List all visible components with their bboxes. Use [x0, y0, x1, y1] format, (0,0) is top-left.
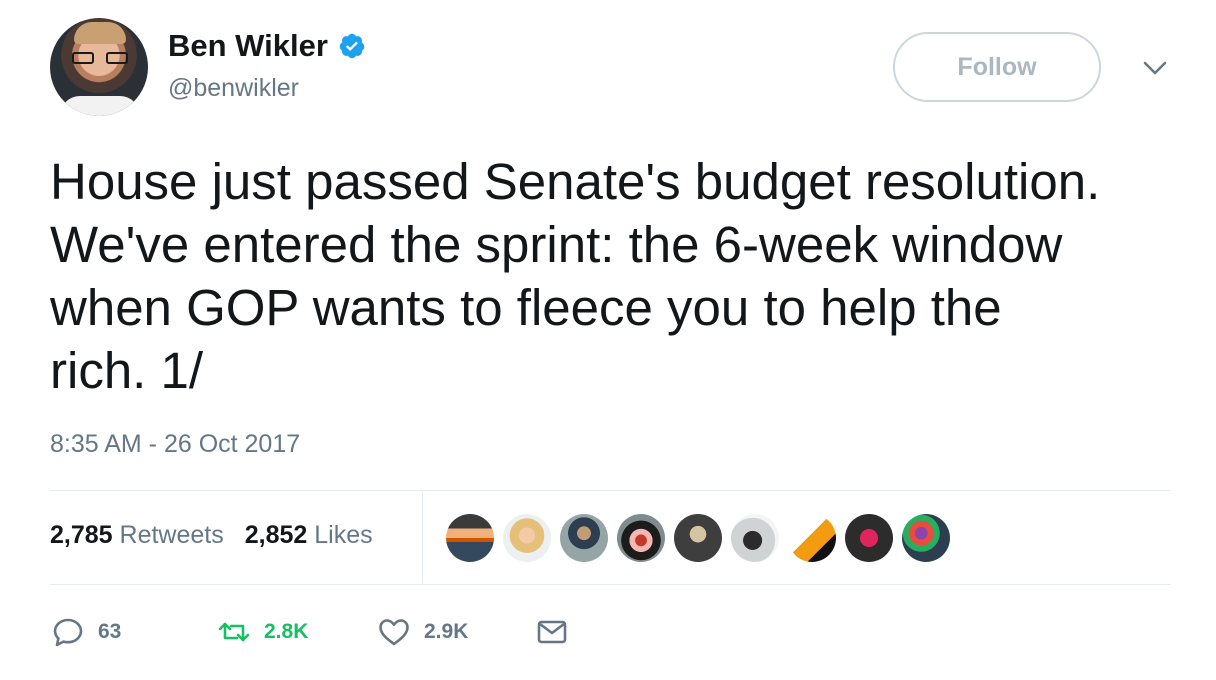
- like-button[interactable]: 2.9K: [376, 612, 468, 652]
- likes-count: 2,852: [244, 521, 308, 549]
- likes-stat[interactable]: 2,852 Likes: [245, 521, 373, 550]
- retweet-button[interactable]: 2.8K: [216, 612, 308, 652]
- liker-avatar-5[interactable]: [674, 514, 722, 562]
- author-handle[interactable]: @benwikler: [168, 74, 299, 103]
- avatar-hair: [74, 22, 126, 44]
- liker-avatar-9[interactable]: [902, 514, 950, 562]
- verified-badge-icon: [339, 33, 365, 59]
- reply-count: 63: [98, 620, 122, 643]
- envelope-icon: [537, 620, 567, 644]
- reply-icon: [53, 618, 83, 647]
- reply-button[interactable]: 63: [50, 612, 121, 652]
- divider: [50, 490, 1171, 491]
- author-display-name[interactable]: Ben Wikler: [168, 28, 328, 64]
- retweet-icon: [218, 622, 250, 642]
- likes-label: Likes: [314, 521, 373, 549]
- liker-avatar-6[interactable]: [731, 514, 779, 562]
- avatar-glasses: [72, 52, 128, 64]
- retweets-label: Retweets: [119, 521, 224, 549]
- divider: [50, 584, 1171, 585]
- liker-avatar-2[interactable]: [503, 514, 551, 562]
- heart-icon: [379, 619, 409, 646]
- retweets-stat[interactable]: 2,785 Retweets: [50, 521, 224, 550]
- direct-message-button[interactable]: [534, 612, 570, 652]
- avatar-shirt: [60, 96, 140, 116]
- chevron-down-icon[interactable]: [1142, 58, 1168, 78]
- author-avatar[interactable]: [50, 18, 148, 116]
- tweet-text: House just passed Senate's budget resolu…: [50, 153, 1101, 399]
- engagement-stats: 2,785 Retweets 2,852 Likes: [50, 521, 373, 550]
- liker-avatar-4[interactable]: [617, 514, 665, 562]
- stats-divider: [422, 491, 423, 584]
- liker-avatar-7[interactable]: [788, 514, 836, 562]
- liker-avatar-8[interactable]: [845, 514, 893, 562]
- follow-button[interactable]: Follow: [893, 32, 1101, 102]
- liker-avatars: [446, 514, 950, 562]
- liker-avatar-1[interactable]: [446, 514, 494, 562]
- retweets-count: 2,785: [50, 521, 113, 549]
- like-count: 2.9K: [424, 620, 469, 643]
- liker-avatar-3[interactable]: [560, 514, 608, 562]
- tweet-timestamp[interactable]: 8:35 AM - 26 Oct 2017: [50, 430, 300, 459]
- author-name-row: Ben Wikler: [168, 28, 366, 64]
- retweet-count: 2.8K: [264, 620, 309, 643]
